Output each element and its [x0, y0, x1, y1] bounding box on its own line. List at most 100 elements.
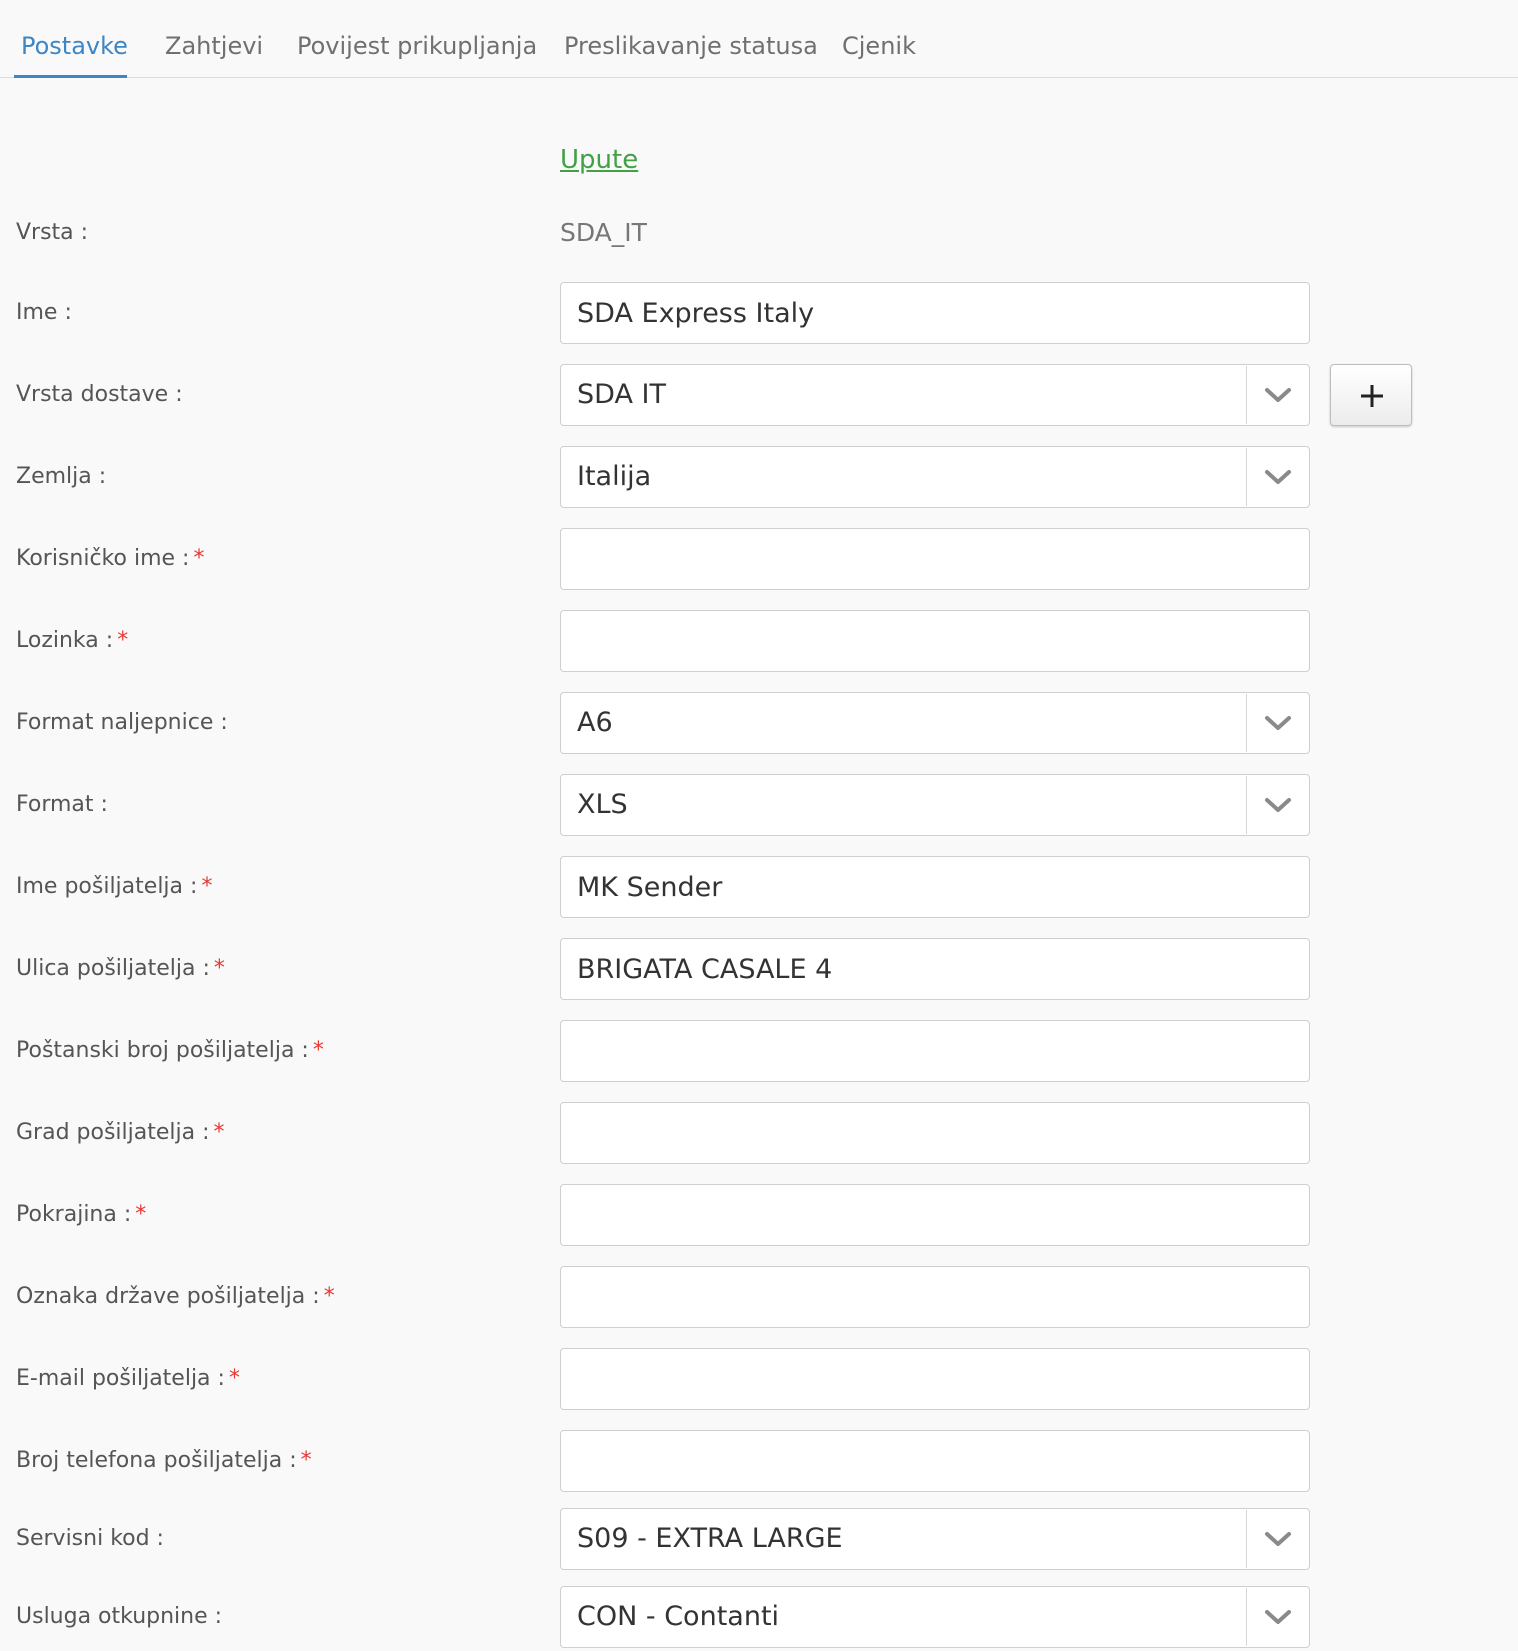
sender-city-field-box — [560, 1102, 1310, 1164]
sender-country-code-label: Oznaka države pošiljatelja : * — [16, 1266, 335, 1328]
password-label: Lozinka : * — [16, 610, 128, 672]
form-row-format: Format : XLS — [0, 774, 1518, 836]
form-row-sender-postal: Poštanski broj pošiljatelja : * — [0, 1020, 1518, 1082]
sender-name-input[interactable] — [561, 857, 1309, 917]
username-field-box — [560, 528, 1310, 590]
country-select[interactable]: Italija — [560, 446, 1310, 508]
form-row-username: Korisničko ime : * — [0, 528, 1518, 590]
form-row-sender-city: Grad pošiljatelja : * — [0, 1102, 1518, 1164]
sender-email-label: E-mail pošiljatelja : * — [16, 1348, 240, 1410]
form-row-sender-phone: Broj telefona pošiljatelja : * — [0, 1430, 1518, 1492]
form-row-label-format: Format naljepnice : A6 — [0, 692, 1518, 754]
username-label-text: Korisničko ime : — [16, 546, 190, 571]
sender-street-label: Ulica pošiljatelja : * — [16, 938, 225, 1000]
username-label: Korisničko ime : * — [16, 528, 204, 590]
service-code-select[interactable]: S09 - EXTRA LARGE — [560, 1508, 1310, 1570]
sender-email-input[interactable] — [561, 1349, 1309, 1409]
chevron-down-icon[interactable] — [1263, 793, 1293, 817]
password-input[interactable] — [561, 611, 1309, 671]
sender-postal-label: Poštanski broj pošiljatelja : * — [16, 1020, 324, 1082]
sender-country-code-input[interactable] — [561, 1267, 1309, 1327]
sender-name-label: Ime pošiljatelja : * — [16, 856, 212, 918]
delivery-type-label: Vrsta dostave : — [16, 382, 183, 407]
required-marker: * — [117, 628, 129, 653]
sender-name-label-text: Ime pošiljatelja : — [16, 874, 198, 899]
select-divider — [1246, 366, 1247, 424]
required-marker: * — [213, 956, 225, 981]
label-format-select[interactable]: A6 — [560, 692, 1310, 754]
select-divider — [1246, 1510, 1247, 1568]
sender-postal-label-text: Poštanski broj pošiljatelja : — [16, 1038, 309, 1063]
required-marker: * — [312, 1038, 324, 1063]
sender-city-input[interactable] — [561, 1103, 1309, 1163]
format-value: XLS — [577, 789, 628, 820]
sender-street-field-box — [560, 938, 1310, 1000]
cod-service-value: CON - Contanti — [577, 1601, 780, 1632]
cod-service-select[interactable]: CON - Contanti — [560, 1586, 1310, 1648]
tab-cjenik[interactable]: Cjenik — [842, 28, 916, 64]
chevron-down-icon[interactable] — [1263, 383, 1293, 407]
form-row-delivery-type: Vrsta dostave : SDA IT — [0, 364, 1518, 426]
form-row-province: Pokrajina : * — [0, 1184, 1518, 1246]
active-tab-indicator — [14, 75, 127, 78]
tab-postavke[interactable]: Postavke — [21, 28, 128, 64]
required-marker: * — [193, 546, 205, 571]
sender-country-code-label-text: Oznaka države pošiljatelja : — [16, 1284, 320, 1309]
form-row-sender-name: Ime pošiljatelja : * — [0, 856, 1518, 918]
form-row-country: Zemlja : Italija — [0, 446, 1518, 508]
required-marker: * — [213, 1120, 225, 1145]
label-format-value: A6 — [577, 707, 613, 738]
chevron-down-icon[interactable] — [1263, 711, 1293, 735]
country-value: Italija — [577, 461, 652, 492]
sender-country-code-field-box — [560, 1266, 1310, 1328]
sender-postal-field-box — [560, 1020, 1310, 1082]
required-marker: * — [135, 1202, 147, 1227]
tab-povijest-prikupljanja[interactable]: Povijest prikupljanja — [297, 28, 537, 64]
name-label: Ime : — [16, 300, 72, 325]
sender-email-label-text: E-mail pošiljatelja : — [16, 1366, 225, 1391]
username-input[interactable] — [561, 529, 1309, 589]
form-row-cod-service: Usluga otkupnine : CON - Contanti — [0, 1586, 1518, 1648]
add-delivery-type-button[interactable] — [1330, 364, 1412, 426]
province-label-text: Pokrajina : — [16, 1202, 132, 1227]
required-marker: * — [300, 1448, 312, 1473]
province-input[interactable] — [561, 1185, 1309, 1245]
chevron-down-icon[interactable] — [1263, 1605, 1293, 1629]
sender-name-field-box — [560, 856, 1310, 918]
delivery-type-select[interactable]: SDA IT — [560, 364, 1310, 426]
chevron-down-icon[interactable] — [1263, 1527, 1293, 1551]
form-row-type: Vrsta : SDA_IT — [0, 202, 1518, 264]
tab-bar: Postavke Zahtjevi Povijest prikupljanja … — [0, 0, 1518, 78]
select-divider — [1246, 694, 1247, 752]
tab-zahtjevi[interactable]: Zahtjevi — [165, 28, 263, 64]
province-field-box — [560, 1184, 1310, 1246]
form-row-sender-email: E-mail pošiljatelja : * — [0, 1348, 1518, 1410]
cod-service-label: Usluga otkupnine : — [16, 1604, 223, 1629]
label-format-label: Format naljepnice : — [16, 710, 228, 735]
service-code-value: S09 - EXTRA LARGE — [577, 1523, 843, 1554]
sender-phone-field-box — [560, 1430, 1310, 1492]
required-marker: * — [323, 1284, 335, 1309]
form-row-service-code: Servisni kod : S09 - EXTRA LARGE — [0, 1508, 1518, 1570]
name-input[interactable] — [561, 283, 1309, 343]
sender-phone-input[interactable] — [561, 1431, 1309, 1491]
tab-preslikavanje-statusa[interactable]: Preslikavanje statusa — [564, 28, 818, 64]
instructions-link[interactable]: Upute — [560, 142, 638, 178]
select-divider — [1246, 448, 1247, 506]
required-marker: * — [228, 1366, 240, 1391]
type-value: SDA_IT — [560, 218, 647, 247]
plus-icon — [1361, 385, 1383, 407]
sender-street-input[interactable] — [561, 939, 1309, 999]
password-label-text: Lozinka : — [16, 628, 114, 653]
chevron-down-icon[interactable] — [1263, 465, 1293, 489]
format-select[interactable]: XLS — [560, 774, 1310, 836]
sender-postal-input[interactable] — [561, 1021, 1309, 1081]
province-label: Pokrajina : * — [16, 1184, 146, 1246]
sender-city-label: Grad pošiljatelja : * — [16, 1102, 225, 1164]
form-row-sender-country-code: Oznaka države pošiljatelja : * — [0, 1266, 1518, 1328]
sender-phone-label-text: Broj telefona pošiljatelja : — [16, 1448, 297, 1473]
form-row-sender-street: Ulica pošiljatelja : * — [0, 938, 1518, 1000]
type-label: Vrsta : — [16, 220, 89, 245]
delivery-type-value: SDA IT — [577, 379, 666, 410]
sender-email-field-box — [560, 1348, 1310, 1410]
